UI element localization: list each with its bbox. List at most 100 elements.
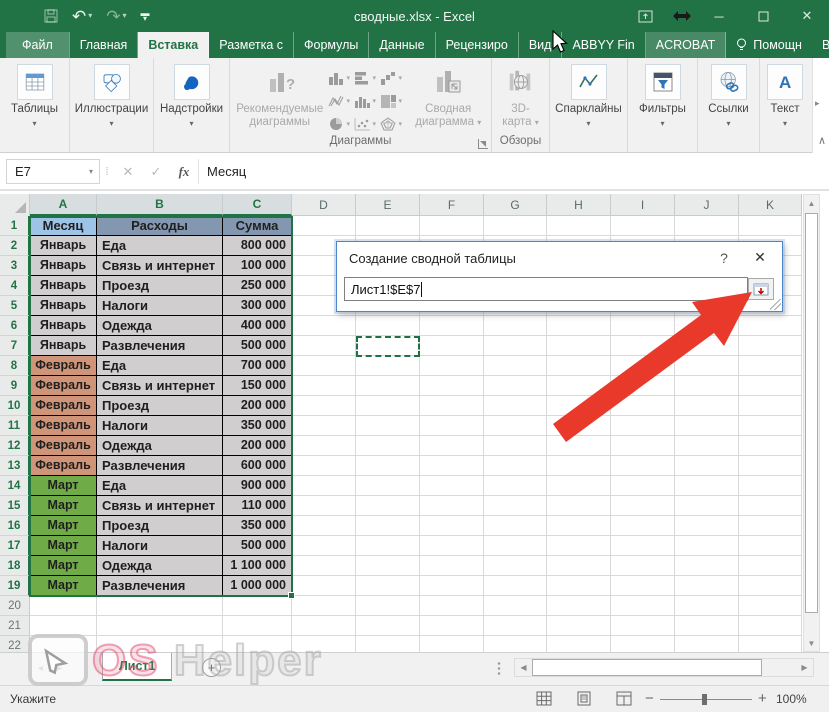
cell-J6[interactable] [675,316,739,336]
cell-B21[interactable] [97,616,223,636]
cell-E14[interactable] [356,476,420,496]
cell-E22[interactable] [356,636,420,652]
ribbon-tab-abbyy-fin[interactable]: ABBYY Fin [562,32,645,58]
cell-A19[interactable]: Март [30,576,97,596]
cell-G7[interactable] [484,336,547,356]
cell-B15[interactable]: Связь и интернет [97,496,223,516]
cell-D12[interactable] [292,436,356,456]
cell-G21[interactable] [484,616,547,636]
cell-J17[interactable] [675,536,739,556]
ribbon-tab-acrobat[interactable]: ACROBAT [646,32,727,58]
zoom-in-button[interactable]: + [758,690,767,707]
customize-qat-button[interactable]: ▬▾ [141,11,150,21]
bar-chart-button[interactable]: ▾ [354,66,380,89]
row-header-11[interactable]: 11 [0,416,30,436]
cell-C22[interactable] [223,636,292,652]
cell-B8[interactable]: Еда [97,356,223,376]
cell-C1[interactable]: Сумма [223,216,292,236]
cell-H19[interactable] [547,576,611,596]
new-sheet-button[interactable]: + [202,658,221,677]
row-header-21[interactable]: 21 [0,616,30,636]
cell-F6[interactable] [420,316,484,336]
cell-I19[interactable] [611,576,675,596]
ribbon-tab-вставка[interactable]: Вставка [138,32,209,58]
cell-G22[interactable] [484,636,547,652]
cell-A10[interactable]: Февраль [30,396,97,416]
cell-K7[interactable] [739,336,802,356]
select-all-corner[interactable] [0,194,30,216]
save-icon[interactable] [44,9,58,23]
cell-I22[interactable] [611,636,675,652]
cell-J15[interactable] [675,496,739,516]
row-header-2[interactable]: 2 [0,236,30,256]
cell-H7[interactable] [547,336,611,356]
charts-dialog-launcher-icon[interactable] [478,139,488,149]
line-chart-button[interactable]: ▾ [328,89,354,112]
cell-G10[interactable] [484,396,547,416]
cell-H17[interactable] [547,536,611,556]
hierarchy-chart-button[interactable]: ▾ [380,89,406,112]
cell-A8[interactable]: Февраль [30,356,97,376]
cell-I10[interactable] [611,396,675,416]
cell-A16[interactable]: Март [30,516,97,536]
cell-D10[interactable] [292,396,356,416]
cell-B9[interactable]: Связь и интернет [97,376,223,396]
cell-D7[interactable] [292,336,356,356]
cell-I8[interactable] [611,356,675,376]
cell-J10[interactable] [675,396,739,416]
undo-caret-icon[interactable]: ▾ [88,12,92,20]
cell-A9[interactable]: Февраль [30,376,97,396]
cell-A4[interactable]: Январь [30,276,97,296]
scroll-right-icon[interactable]: ▶ [796,659,813,676]
column-header-K[interactable]: K [739,194,802,216]
row-header-4[interactable]: 4 [0,276,30,296]
cell-D17[interactable] [292,536,356,556]
cell-K16[interactable] [739,516,802,536]
cell-E18[interactable] [356,556,420,576]
cell-H18[interactable] [547,556,611,576]
cell-E12[interactable] [356,436,420,456]
cell-D1[interactable] [292,216,356,236]
ribbon-tab-данные[interactable]: Данные [369,32,435,58]
cell-C14[interactable]: 900 000 [223,476,292,496]
cell-B3[interactable]: Связь и интернет [97,256,223,276]
cell-E10[interactable] [356,396,420,416]
cell-D22[interactable] [292,636,356,652]
row-header-1[interactable]: 1 [0,216,30,236]
sign-in-button[interactable]: Вход [812,38,829,52]
cell-C21[interactable] [223,616,292,636]
cell-J20[interactable] [675,596,739,616]
collapse-dialog-button[interactable] [748,278,774,300]
row-header-3[interactable]: 3 [0,256,30,276]
cell-I20[interactable] [611,596,675,616]
cell-A20[interactable] [30,596,97,616]
cell-C13[interactable]: 600 000 [223,456,292,476]
row-header-18[interactable]: 18 [0,556,30,576]
links-button[interactable]: Ссылки ▾ [701,60,756,128]
cell-A21[interactable] [30,616,97,636]
tell-me-button[interactable]: Помощн [726,38,812,53]
enter-button[interactable]: ✓ [142,164,170,180]
row-header-14[interactable]: 14 [0,476,30,496]
cell-H12[interactable] [547,436,611,456]
cell-G9[interactable] [484,376,547,396]
vertical-scroll-thumb[interactable] [805,213,818,613]
cell-E19[interactable] [356,576,420,596]
cell-I21[interactable] [611,616,675,636]
cell-K19[interactable] [739,576,802,596]
cell-J19[interactable] [675,576,739,596]
cell-F1[interactable] [420,216,484,236]
cell-D20[interactable] [292,596,356,616]
row-header-12[interactable]: 12 [0,436,30,456]
cell-I12[interactable] [611,436,675,456]
cell-I17[interactable] [611,536,675,556]
illustrations-button[interactable]: Иллюстрации ▾ [73,60,150,128]
cell-H22[interactable] [547,636,611,652]
zoom-level[interactable]: 100% [776,692,807,706]
scroll-up-icon[interactable]: ▲ [804,195,819,211]
undo-button[interactable]: ↶▾ [72,8,92,25]
cell-K8[interactable] [739,356,802,376]
cell-K18[interactable] [739,556,802,576]
ribbon-display-options-icon[interactable] [623,0,667,32]
vertical-scrollbar[interactable]: ▲ ▼ [803,194,820,652]
